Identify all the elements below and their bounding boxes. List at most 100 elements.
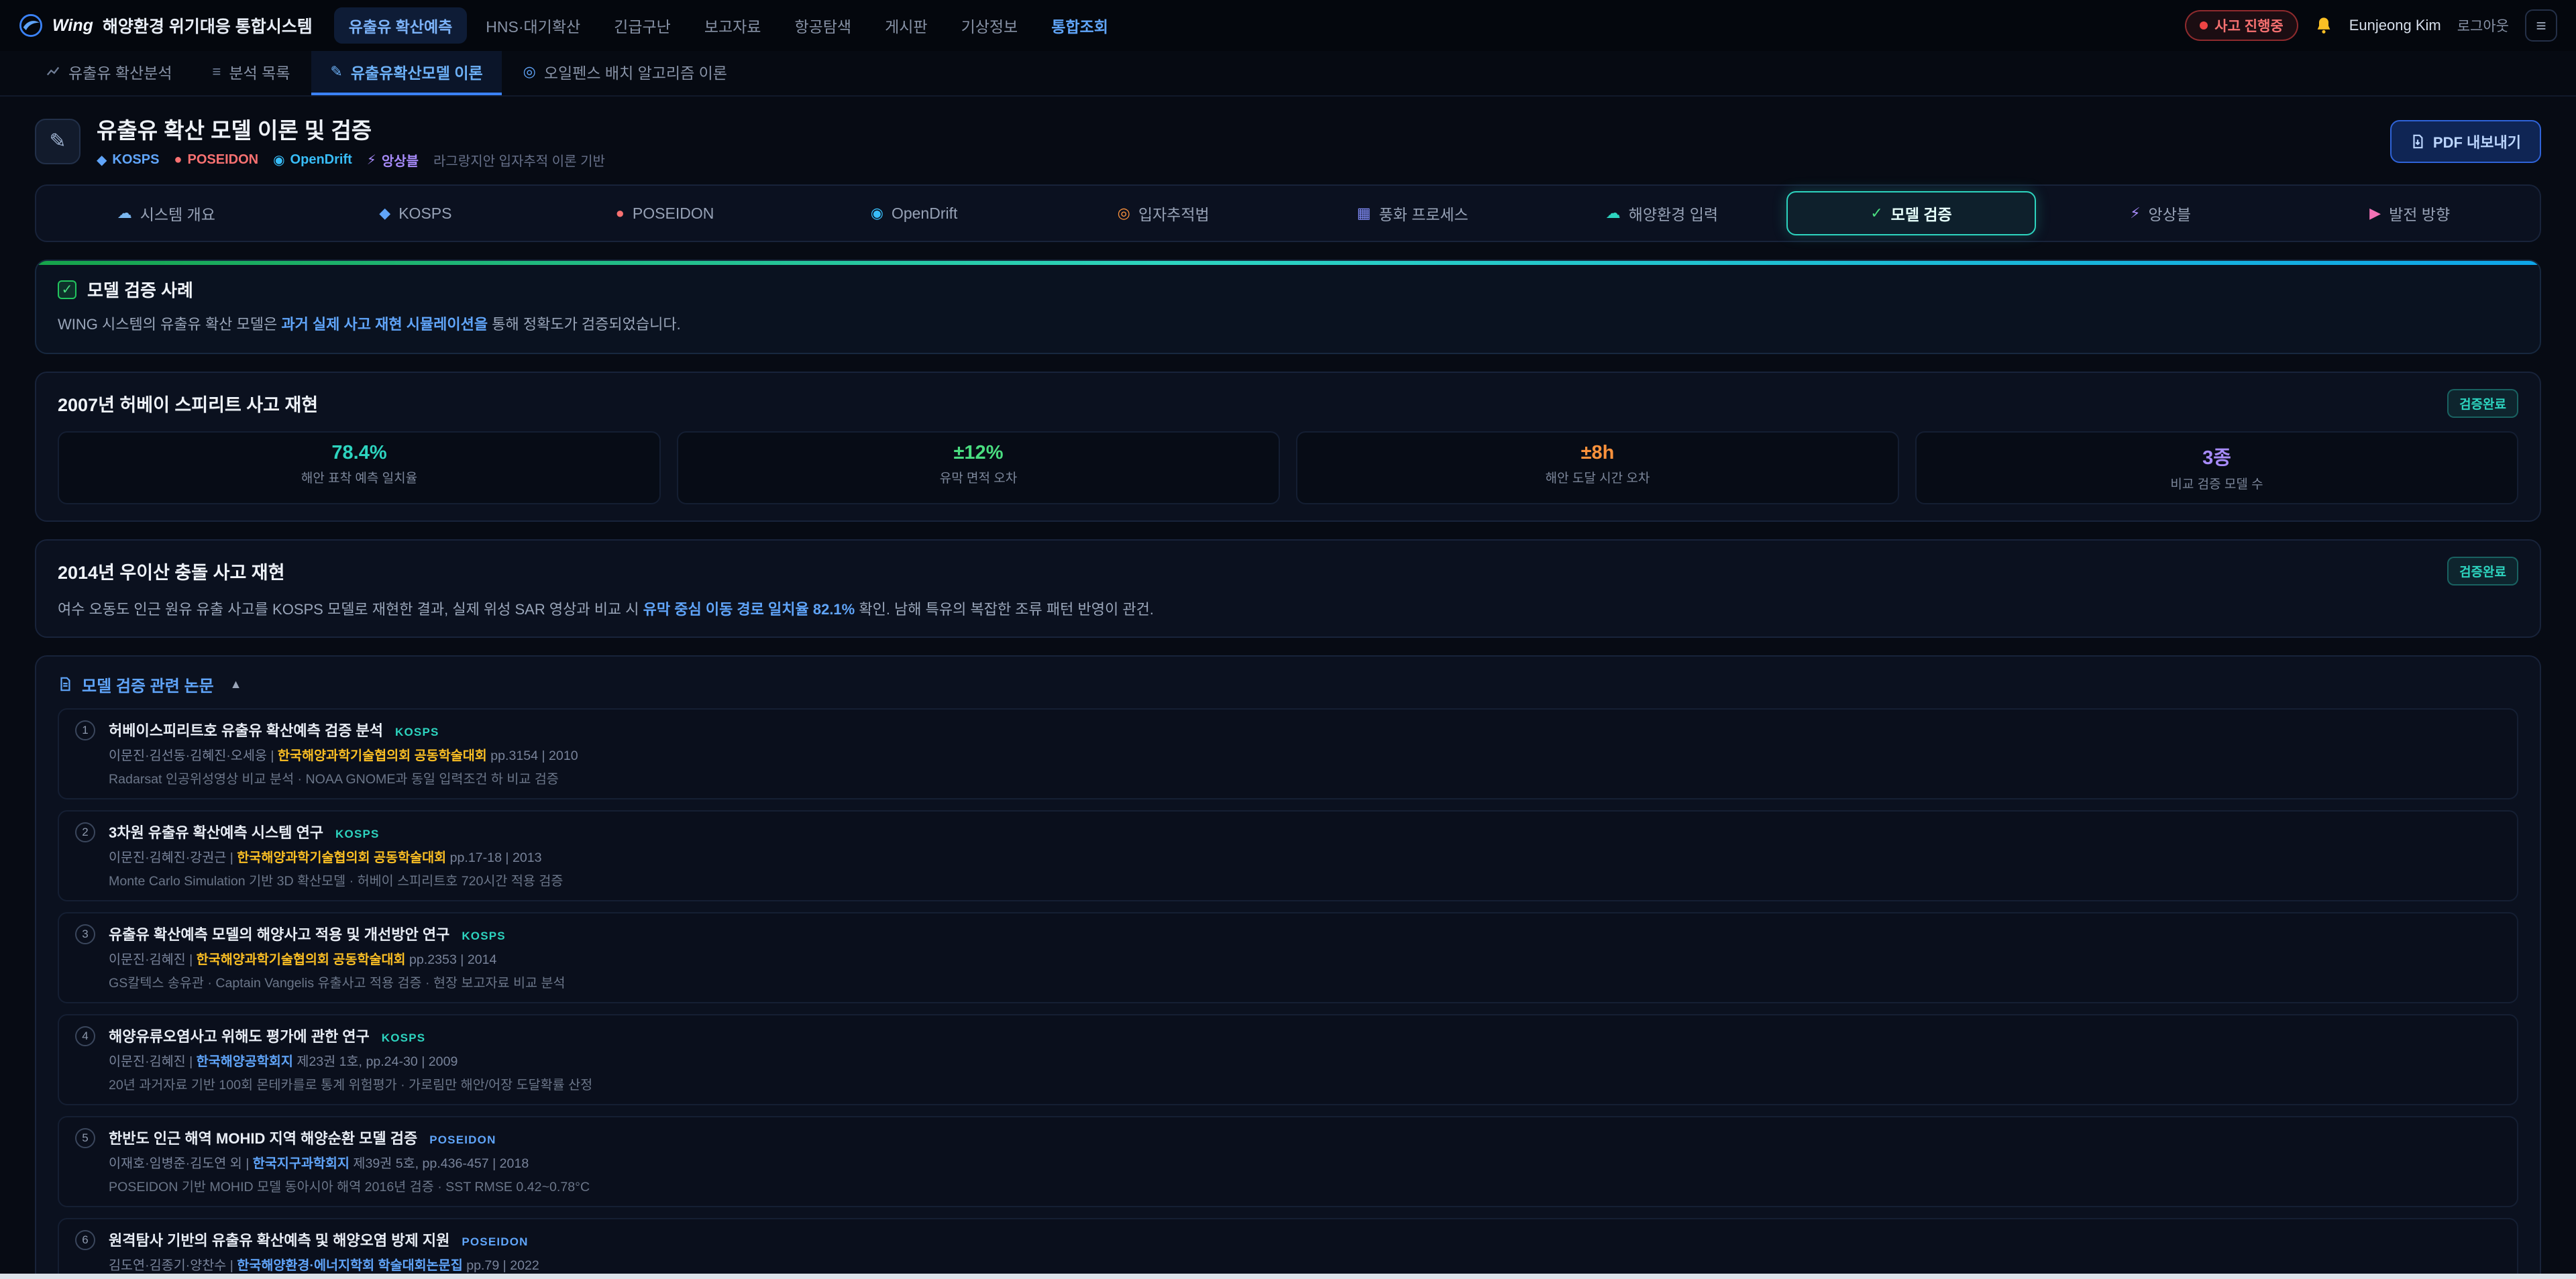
section-nav-poseidon[interactable]: ● POSEIDON — [540, 191, 790, 235]
nav-item-board[interactable]: 게시판 — [870, 7, 942, 44]
paper-meta: 이문진·김혜진 | 한국해양과학기술협의회 공동학술대회 pp.2353 | 2… — [109, 948, 2501, 968]
paper-item-1[interactable]: 1 허베이스피리트호 유출유 확산예측 검증 분석 KOSPS 이문진·김선동·… — [58, 708, 2518, 799]
theory-page-icon: ✎ — [35, 119, 80, 164]
nav-item-integrated-search[interactable]: 통합조회 — [1036, 7, 1123, 44]
paper-meta: 김도연·김종기·양찬수 | 한국해양환경·에너지학회 학술대회논문집 pp.79… — [109, 1254, 2501, 1274]
paper-title: 유출유 확산예측 모델의 해양사고 적용 및 개선방안 연구 — [109, 923, 449, 944]
paper-number: 4 — [75, 1026, 95, 1046]
paper-body: 허베이스피리트호 유출유 확산예측 검증 분석 KOSPS 이문진·김선동·김혜… — [109, 719, 2501, 787]
section-nav-label: 입자추적법 — [1138, 202, 1210, 225]
grid-icon: ▦ — [1357, 205, 1371, 222]
section-nav-opendrift[interactable]: ◉ OpenDrift — [790, 191, 1039, 235]
cloud-icon: ☁ — [117, 205, 132, 222]
section-nav-particle-tracking[interactable]: ◎ 입자추적법 — [1038, 191, 1288, 235]
paper-title: 한반도 인근 해역 MOHID 지역 해양순환 모델 검증 — [109, 1127, 417, 1148]
dot-icon: ● — [616, 205, 625, 222]
document-icon — [58, 676, 72, 692]
paper-model-badge: POSEIDON — [462, 1235, 528, 1249]
paper-item-5[interactable]: 5 한반도 인근 해역 MOHID 지역 해양순환 모델 검증 POSEIDON… — [58, 1116, 2518, 1207]
paper-journal-link[interactable]: 한국해양과학기술협의회 공동학술대회 — [237, 850, 446, 865]
section-nav-weathering[interactable]: ▦ 풍화 프로세스 — [1288, 191, 1538, 235]
hamburger-menu-button[interactable]: ≡ — [2525, 9, 2557, 42]
section-nav-label: OpenDrift — [892, 205, 957, 223]
paper-item-4[interactable]: 4 해양유류오염사고 위해도 평가에 관한 연구 KOSPS 이문진·김혜진 |… — [58, 1014, 2518, 1105]
section-nav-kosps[interactable]: ◆ KOSPS — [291, 191, 541, 235]
tab-model-theory[interactable]: ✎ 유출유확산모델 이론 — [311, 51, 501, 95]
paper-description: 20년 과거자료 기반 100회 몬테카를로 통계 위험평가 · 가로림만 해안… — [109, 1074, 2501, 1093]
stat-value: ±8h — [1311, 442, 1884, 464]
chart-line-icon — [46, 64, 60, 79]
hebei-spirit-case-card: 2007년 허베이 스피리트 사고 재현 검증완료 78.4% 해안 표착 예측… — [35, 372, 2541, 522]
notification-bell-icon[interactable] — [2314, 16, 2333, 35]
text-suffix: 통해 정확도가 검증되었습니다. — [488, 316, 681, 333]
pen-icon: ✎ — [330, 63, 342, 80]
nav-item-weather-info[interactable]: 기상정보 — [947, 7, 1033, 44]
paper-journal-link[interactable]: 한국해양공학회지 — [197, 1054, 293, 1069]
paper-description: Radarsat 인공위성영상 비교 분석 · NOAA GNOME과 동일 입… — [109, 768, 2501, 787]
nav-item-spill-prediction[interactable]: 유출유 확산예측 — [334, 7, 468, 44]
paper-authors: 이문진·김혜진·강권근 | — [109, 850, 233, 865]
section-nav-overview[interactable]: ☁ 시스템 개요 — [42, 191, 291, 235]
paper-journal-link[interactable]: 한국지구과학회지 — [253, 1156, 350, 1171]
paper-title: 3차원 유출유 확산예측 시스템 연구 — [109, 821, 323, 842]
paper-pages-year: pp.2353 | 2014 — [409, 952, 496, 967]
pdf-export-button[interactable]: PDF 내보내기 — [2390, 120, 2541, 163]
section-nav-ensemble[interactable]: ⚡ 앙상블 — [2036, 191, 2286, 235]
collapse-toggle-icon[interactable]: ▲ — [230, 677, 242, 691]
paper-title: 원격탐사 기반의 유출유 확산예측 및 해양오염 방제 지원 — [109, 1229, 449, 1250]
paper-journal-link[interactable]: 한국해양과학기술협의회 공동학술대회 — [278, 748, 487, 763]
app-brand[interactable]: Wing 해양환경 위기대응 통합시스템 — [19, 13, 313, 38]
circle-dot-icon: ◉ — [273, 152, 284, 168]
app-root: Wing 해양환경 위기대응 통합시스템 유출유 확산예측 HNS·대기확산 긴… — [0, 0, 2576, 1279]
paper-body: 유출유 확산예측 모델의 해양사고 적용 및 개선방안 연구 KOSPS 이문진… — [109, 923, 2501, 991]
section-nav-label: 시스템 개요 — [140, 202, 215, 225]
model-badge-poseidon: ● POSEIDON — [174, 152, 258, 168]
tab-oil-fence-theory[interactable]: ◎ 오일펜스 배치 알고리즘 이론 — [504, 51, 746, 95]
validation-papers-card: 모델 검증 관련 논문 ▲ 1 허베이스피리트호 유출유 확산예측 검증 분석 … — [35, 655, 2541, 1279]
case-card-header: 2007년 허베이 스피리트 사고 재현 검증완료 — [58, 389, 2518, 418]
validation-overview-text: WING 시스템의 유출유 확산 모델은 과거 실제 사고 재현 시뮬레이션을 … — [58, 314, 2518, 335]
paper-journal-link[interactable]: 한국해양환경·에너지학회 학술대회논문집 — [237, 1258, 462, 1273]
paper-body: 원격탐사 기반의 유출유 확산예측 및 해양오염 방제 지원 POSEIDON … — [109, 1229, 2501, 1279]
paper-item-6[interactable]: 6 원격탐사 기반의 유출유 확산예측 및 해양오염 방제 지원 POSEIDO… — [58, 1218, 2518, 1279]
section-nav-model-validation[interactable]: ✓ 모델 검증 — [1786, 191, 2036, 235]
tab-spill-analysis[interactable]: 유출유 확산분석 — [27, 51, 191, 95]
paper-item-2[interactable]: 2 3차원 유출유 확산예측 시스템 연구 KOSPS 이문진·김혜진·강권근 … — [58, 810, 2518, 901]
logout-button[interactable]: 로그아웃 — [2457, 15, 2509, 36]
paper-body: 한반도 인근 해역 MOHID 지역 해양순환 모델 검증 POSEIDON 이… — [109, 1127, 2501, 1195]
document-download-icon — [2410, 134, 2425, 149]
circle-target-icon: ◎ — [523, 63, 536, 80]
tab-analysis-list[interactable]: ≡ 분석 목록 — [194, 51, 309, 95]
nav-item-hns-diffusion[interactable]: HNS·대기확산 — [471, 7, 595, 44]
tab-label: 유출유확산모델 이론 — [351, 60, 483, 83]
paper-meta: 이문진·김혜진·강권근 | 한국해양과학기술협의회 공동학술대회 pp.17-1… — [109, 846, 2501, 866]
papers-section-title[interactable]: 모델 검증 관련 논문 — [58, 673, 214, 696]
page-header: ✎ 유출유 확산 모델 이론 및 검증 ◆ KOSPS ● POSEIDON ◉… — [35, 113, 2541, 170]
nav-item-aerial-search[interactable]: 항공탐색 — [780, 7, 866, 44]
stat-label: 유막 면적 오차 — [692, 468, 1265, 486]
stat-label: 해안 표착 예측 일치율 — [72, 468, 646, 486]
rocket-icon: ▶ — [2369, 205, 2381, 222]
incident-status-badge[interactable]: 사고 진행중 — [2185, 10, 2298, 41]
model-badge-opendrift: ◉ OpenDrift — [273, 152, 352, 168]
horizontal-scrollbar[interactable] — [0, 1274, 2576, 1279]
green-checkbox-icon: ✓ — [58, 280, 76, 299]
section-nav-ocean-input[interactable]: ☁ 해양환경 입력 — [1538, 191, 1787, 235]
paper-number: 2 — [75, 822, 95, 842]
stat-label: 해안 도달 시간 오차 — [1311, 468, 1884, 486]
system-title: 해양환경 위기대응 통합시스템 — [103, 13, 313, 38]
nav-item-emergency-rescue[interactable]: 긴급구난 — [599, 7, 686, 44]
paper-journal-link[interactable]: 한국해양과학기술협의회 공동학술대회 — [197, 952, 406, 967]
nav-item-reports[interactable]: 보고자료 — [690, 7, 776, 44]
section-nav-label: 앙상블 — [2149, 202, 2191, 225]
model-badge-ensemble: ⚡ 앙상블 — [367, 150, 419, 170]
bolt-icon: ⚡ — [2130, 205, 2140, 222]
section-nav-future-direction[interactable]: ▶ 발전 방향 — [2285, 191, 2534, 235]
paper-meta: 이문진·김혜진 | 한국해양공학회지 제23권 1호, pp.24-30 | 2… — [109, 1050, 2501, 1070]
paper-model-badge: KOSPS — [335, 828, 380, 841]
paper-item-3[interactable]: 3 유출유 확산예측 모델의 해양사고 적용 및 개선방안 연구 KOSPS 이… — [58, 912, 2518, 1003]
case-title: 2007년 허베이 스피리트 사고 재현 — [58, 390, 318, 416]
user-name: Eunjeong Kim — [2349, 17, 2441, 34]
brand-logo-text: Wing — [52, 16, 93, 36]
main-navigation: 유출유 확산예측 HNS·대기확산 긴급구난 보고자료 항공탐색 게시판 기상정… — [334, 7, 1123, 44]
